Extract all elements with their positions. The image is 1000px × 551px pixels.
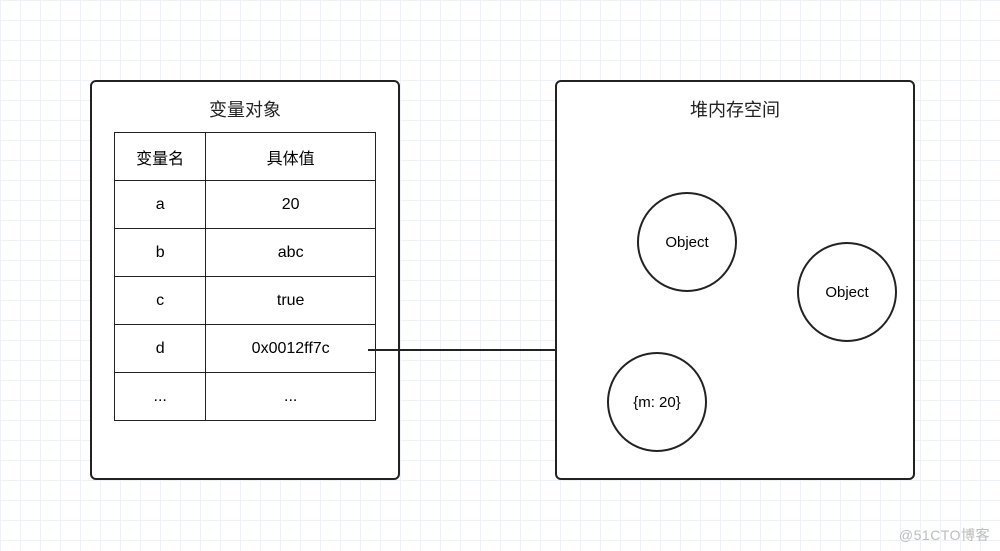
variable-object-title: 变量对象 [92,82,398,132]
heap-memory-title: 堆内存空间 [557,82,913,132]
heap-area: Object Object {m: 20} [557,132,913,478]
heap-memory-panel: 堆内存空间 Object Object {m: 20} [555,80,915,480]
heap-object-target: {m: 20} [607,352,707,452]
header-name: 变量名 [115,133,206,181]
watermark: @51CTO博客 [899,525,990,545]
cell-value: abc [206,229,376,277]
heap-object-label: {m: 20} [633,394,681,411]
cell-name: b [115,229,206,277]
cell-value: 0x0012ff7c [206,325,376,373]
variable-object-panel: 变量对象 变量名 具体值 a 20 b abc c tr [90,80,400,480]
table-header-row: 变量名 具体值 [115,133,376,181]
variable-table: 变量名 具体值 a 20 b abc c true d [114,132,376,421]
cell-name: c [115,277,206,325]
table-row: c true [115,277,376,325]
heap-object: Object [637,192,737,292]
cell-name: a [115,181,206,229]
heap-object-label: Object [665,234,708,251]
heap-object: Object [797,242,897,342]
table-row: d 0x0012ff7c [115,325,376,373]
cell-value: 20 [206,181,376,229]
cell-value: true [206,277,376,325]
heap-object-label: Object [825,284,868,301]
cell-value: ... [206,373,376,421]
header-value: 具体值 [206,133,376,181]
table-row: a 20 [115,181,376,229]
cell-name: d [115,325,206,373]
variable-table-wrap: 变量名 具体值 a 20 b abc c true d [92,132,398,441]
cell-name: ... [115,373,206,421]
table-row: ... ... [115,373,376,421]
table-row: b abc [115,229,376,277]
